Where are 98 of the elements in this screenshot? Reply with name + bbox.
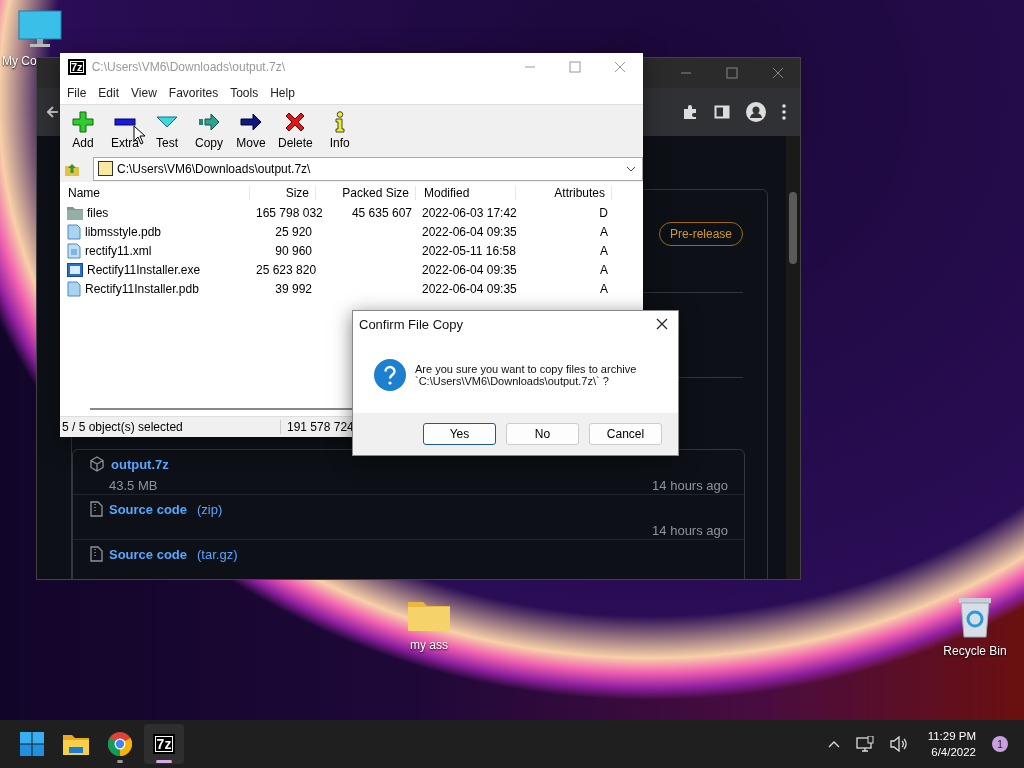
table-cell: A <box>600 224 608 239</box>
file-name[interactable]: Rectify11Installer.pdb <box>85 281 199 296</box>
total-size: 191 578 724 <box>286 420 354 434</box>
table-cell: 90 960 <box>275 243 312 258</box>
column-header[interactable]: Name <box>60 185 250 200</box>
horizontal-scrollbar[interactable] <box>90 408 355 410</box>
info-icon <box>332 110 347 133</box>
copy-button[interactable]: Copy <box>188 110 230 150</box>
table-cell: 45 635 607 <box>351 205 412 220</box>
add-button[interactable]: Add <box>62 110 104 150</box>
selection-status: 5 / 5 object(s) selected <box>60 420 281 434</box>
asset-link[interactable]: output.7z <box>111 456 169 472</box>
profile-icon[interactable] <box>746 102 766 122</box>
recycle-bin-icon[interactable] <box>957 596 993 638</box>
table-cell: D <box>599 205 608 220</box>
table-cell: 165 798 032 <box>256 205 323 220</box>
speaker-icon[interactable] <box>889 736 908 752</box>
table-cell: 25 623 820 <box>256 262 317 277</box>
menu-item[interactable]: View <box>125 85 163 100</box>
back-arrow-icon[interactable] <box>47 105 59 119</box>
zip-file-icon <box>89 501 103 517</box>
clock[interactable]: 11:29 PM 6/4/2022 <box>927 728 976 760</box>
extract-button[interactable]: Extra <box>104 110 146 150</box>
dialog-message: Are you sure you want to copy files to archive `C:\Users\VM6\Downloads\output.7z\` ? <box>415 363 637 387</box>
table-cell: A <box>600 262 608 277</box>
file-name[interactable]: libmsstyle.pdb <box>85 224 162 239</box>
table-cell: 2022-06-03 17:42 <box>422 205 517 220</box>
asset-time: 14 hours ago <box>652 523 728 538</box>
asset-time: 14 hours ago <box>652 478 728 493</box>
column-header[interactable]: Packed Size <box>316 185 416 200</box>
network-icon[interactable] <box>855 736 874 752</box>
file-name[interactable]: rectify11.xml <box>85 243 152 258</box>
folder-icon <box>63 733 89 755</box>
asset-format-link[interactable]: (tar.gz) <box>197 546 238 562</box>
menu-icon[interactable] <box>782 104 786 120</box>
file-name[interactable]: files <box>87 205 109 220</box>
desktop-icon-label[interactable]: my ass <box>410 638 448 652</box>
file-icon <box>67 223 81 240</box>
monitor-icon[interactable] <box>18 10 62 48</box>
move-button[interactable]: Move <box>230 110 272 150</box>
column-header[interactable]: Size <box>250 185 316 200</box>
desktop-icon-label[interactable]: Recycle Bin <box>943 644 1007 658</box>
app-logo-icon: 7z <box>152 734 176 754</box>
column-header[interactable]: Attributes <box>516 185 612 200</box>
table-cell: 2022-06-04 09:35 <box>422 224 517 239</box>
table-cell: 2022-05-11 16:58 <box>422 243 516 258</box>
menu-item[interactable]: File <box>61 85 93 100</box>
folder-icon <box>67 205 83 220</box>
table-cell: 39 992 <box>275 281 312 296</box>
menu-item[interactable]: Edit <box>92 85 126 100</box>
column-header[interactable]: Modified <box>416 185 516 200</box>
question-icon <box>374 359 406 391</box>
maximize-icon[interactable] <box>726 67 738 79</box>
chevron-down-icon[interactable] <box>626 165 636 172</box>
running-indicator <box>117 760 123 763</box>
menu-item[interactable]: Tools <box>224 85 265 100</box>
table-cell: 25 920 <box>275 224 312 239</box>
windows-logo-icon <box>20 732 44 756</box>
dialog-title: Confirm File Copy <box>359 316 464 332</box>
package-icon <box>89 456 105 472</box>
menu-item[interactable]: Help <box>264 85 301 100</box>
asset-size: 43.5 MB <box>109 478 158 493</box>
app-logo-icon: 7z <box>68 59 86 75</box>
asset-format-link[interactable]: (zip) <box>197 501 223 517</box>
scrollbar-thumb[interactable] <box>789 192 797 264</box>
plus-icon <box>72 110 94 133</box>
menu-item[interactable]: Favorites <box>162 85 225 100</box>
table-cell: 2022-06-04 09:35 <box>422 262 517 277</box>
desktop-icon-label[interactable]: My Co <box>2 54 37 68</box>
delete-x-icon <box>284 110 307 133</box>
scrollbar[interactable] <box>786 136 800 579</box>
xml-file-icon <box>67 242 81 259</box>
application-icon <box>67 262 83 277</box>
archive-icon <box>98 161 113 176</box>
path-field[interactable]: C:\Users\VM6\Downloads\output.7z\ <box>93 156 643 181</box>
puzzle-icon[interactable] <box>682 104 698 120</box>
asset-link[interactable]: Source code <box>109 501 188 517</box>
file-name[interactable]: Rectify11Installer.exe <box>87 262 201 277</box>
table-cell: 2022-06-04 09:35 <box>422 281 517 296</box>
taskbar-app-button[interactable]: 7z <box>144 724 184 764</box>
dialog-button[interactable]: No <box>506 423 579 445</box>
zip-file-icon <box>89 546 103 562</box>
dialog-button[interactable]: Cancel <box>589 423 662 445</box>
close-icon[interactable] <box>656 318 668 330</box>
table-cell: A <box>600 243 608 258</box>
table-cell: A <box>600 281 608 296</box>
running-indicator <box>156 760 172 763</box>
window-title: C:\Users\VM6\Downloads\output.7z\ <box>91 60 286 74</box>
info-button[interactable]: Info <box>318 110 361 150</box>
test-button[interactable]: Test <box>146 110 188 150</box>
chevron-up-icon[interactable] <box>827 740 840 748</box>
notification-count[interactable]: 1 <box>992 736 1008 752</box>
file-icon <box>67 280 81 297</box>
asset-link[interactable]: Source code <box>109 546 188 562</box>
delete-button[interactable]: Delete <box>272 110 319 150</box>
dialog-button[interactable]: Yes <box>423 423 496 445</box>
side-panel-icon[interactable] <box>714 104 730 120</box>
chrome-logo-icon <box>108 732 132 756</box>
